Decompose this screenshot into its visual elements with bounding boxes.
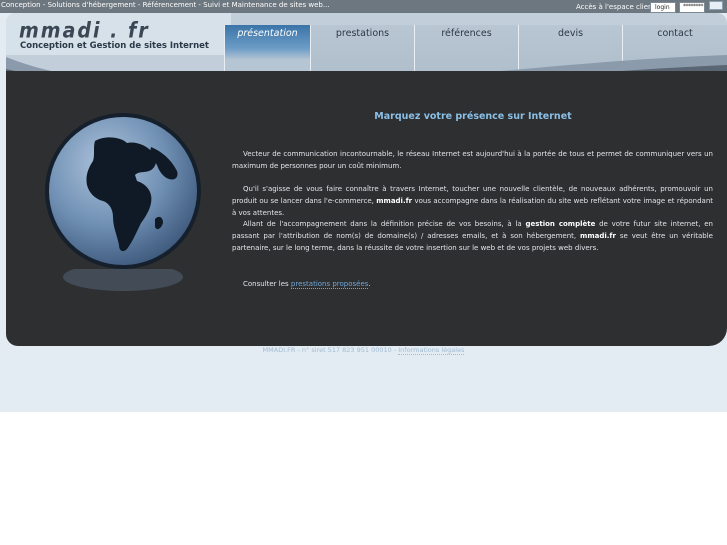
consult-line: Consulter les prestations proposées. [243, 280, 371, 289]
logo-area: mmadi . fr Conception et Gestion de site… [6, 13, 231, 55]
password-input[interactable]: ******** [679, 2, 705, 13]
p1-text: Vecteur de communication incontournable,… [232, 150, 713, 170]
content-title: Marquez votre présence sur Internet [374, 111, 572, 122]
client-area-label: Accès à l'espace client [576, 3, 656, 11]
login-input[interactable]: login [650, 2, 676, 13]
paragraph-3: Allant de l'accompagnement dans la défin… [232, 218, 713, 254]
paragraph-2: Qu'il s'agisse de vous faire connaître à… [232, 183, 713, 219]
p3-text-a: Allant de l'accompagnement dans la défin… [243, 220, 526, 228]
paragraph-1: Vecteur de communication incontournable,… [232, 148, 713, 172]
nav-presentation-label: présentation [237, 28, 298, 39]
nav-references-label: références [441, 28, 492, 39]
legal-info-link[interactable]: Informations légales [398, 346, 465, 355]
globe-reflection [63, 269, 183, 291]
nav-devis-label: devis [557, 28, 584, 39]
logo-subtitle: Conception et Gestion de sites Internet [20, 41, 210, 51]
top-bar: Conception - Solutions d'hébergement - R… [0, 0, 727, 13]
footer: MMADI.FR - n° siret 517 823 951 00010 - … [0, 346, 727, 355]
content-panel: Marquez votre présence sur Internet Vect… [6, 71, 727, 346]
globe-icon [45, 113, 201, 269]
tagline: Conception - Solutions d'hébergement - R… [1, 1, 330, 9]
consult-prefix: Consulter les [243, 280, 291, 288]
nav-prestations-label: prestations [335, 28, 390, 39]
p3-bold: gestion complète [525, 220, 596, 228]
nav-contact-label: contact [657, 28, 693, 39]
footer-text: MMADI.FR - n° siret 517 823 951 00010 - [262, 346, 399, 354]
login-submit-button[interactable] [709, 1, 723, 10]
p3-brand: mmadi.fr [580, 232, 616, 240]
p2-brand: mmadi.fr [376, 197, 413, 205]
consult-suffix: . [368, 280, 371, 288]
prestations-link[interactable]: prestations proposées [290, 280, 369, 289]
logo[interactable]: mmadi . fr [19, 19, 150, 43]
